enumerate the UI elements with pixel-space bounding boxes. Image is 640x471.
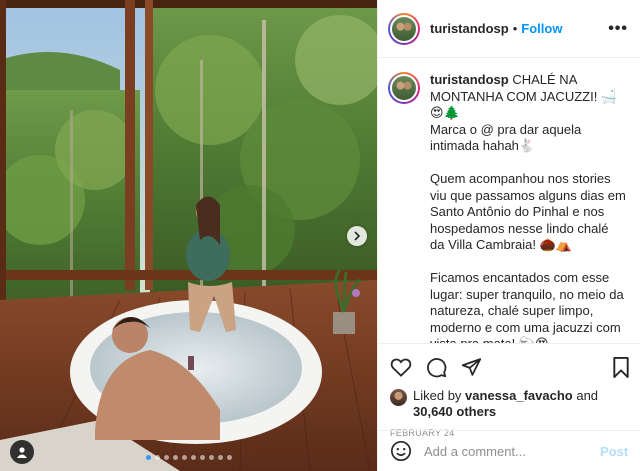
liked-by-user[interactable]: vanessa_favacho xyxy=(465,388,573,403)
next-slide-button[interactable] xyxy=(347,226,367,246)
post-photo[interactable] xyxy=(0,0,377,471)
post-sidebar: turistandosp • Follow ••• turistandosp C… xyxy=(377,0,640,471)
caption: turistandosp CHALÉ NA MONTANHA COM JACUZ… xyxy=(430,72,626,343)
carousel-dot xyxy=(208,455,214,460)
heart-icon xyxy=(390,358,412,377)
smiley-icon xyxy=(391,441,411,461)
carousel-dot xyxy=(154,455,160,460)
separator-dot: • xyxy=(512,21,518,36)
like-button[interactable] xyxy=(390,357,412,377)
carousel-dot xyxy=(226,455,232,460)
carousel-indicator xyxy=(0,455,377,460)
action-bar xyxy=(390,354,630,380)
more-options-button[interactable]: ••• xyxy=(608,20,628,38)
paper-plane-icon xyxy=(461,358,482,376)
likes-summary: Liked by vanessa_favacho and 30,640 othe… xyxy=(390,388,630,420)
follow-button[interactable]: Follow xyxy=(521,21,562,36)
tagged-users-button[interactable] xyxy=(10,440,34,464)
carousel-dot xyxy=(217,455,223,460)
chevron-right-icon xyxy=(354,231,361,241)
comment-bar: Post xyxy=(378,430,640,471)
carousel-dot xyxy=(190,455,196,460)
comment-icon xyxy=(427,357,447,377)
comment-button[interactable] xyxy=(426,357,447,378)
caption-section: turistandosp CHALÉ NA MONTANHA COM JACUZ… xyxy=(378,58,640,343)
save-button[interactable] xyxy=(612,356,630,378)
jacuzzi-chalet-image xyxy=(0,0,377,471)
carousel-dot xyxy=(181,455,187,460)
post-header: turistandosp • Follow ••• xyxy=(378,0,640,58)
avatar[interactable] xyxy=(388,12,420,45)
carousel-dot xyxy=(172,455,178,460)
comment-input[interactable] xyxy=(424,443,600,459)
liker-avatar[interactable] xyxy=(390,389,407,406)
likes-text: Liked by vanessa_favacho and 30,640 othe… xyxy=(413,388,598,420)
bookmark-icon xyxy=(613,356,629,378)
share-button[interactable] xyxy=(461,357,482,377)
actions-section: Liked by vanessa_favacho and 30,640 othe… xyxy=(378,343,640,438)
liked-by-and: and xyxy=(572,388,599,403)
caption-text: CHALÉ NA MONTANHA COM JACUZZI! 🛁😍🌲 Marca… xyxy=(430,72,626,343)
emoji-button[interactable] xyxy=(390,440,412,462)
header-username[interactable]: turistandosp xyxy=(430,21,509,36)
likes-count[interactable]: 30,640 others xyxy=(413,404,496,419)
post-comment-button[interactable]: Post xyxy=(600,444,628,459)
carousel-dot xyxy=(163,455,169,460)
carousel-dot xyxy=(199,455,205,460)
carousel-dot xyxy=(145,455,151,460)
caption-username[interactable]: turistandosp xyxy=(430,72,509,87)
caption-avatar[interactable] xyxy=(388,72,420,104)
liked-by-prefix: Liked by xyxy=(413,388,466,403)
